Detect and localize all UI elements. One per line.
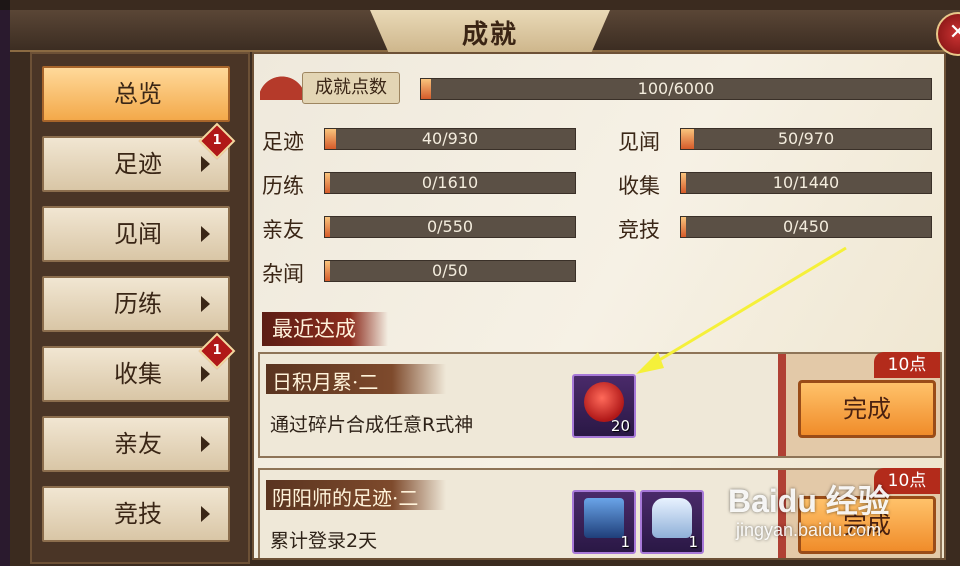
watermark-logo-text: Baidu 经验 xyxy=(728,483,890,519)
watermark: Baidu 经验 jingyan.baidu.com xyxy=(718,468,958,564)
watermark-url: jingyan.baidu.com xyxy=(736,520,882,540)
